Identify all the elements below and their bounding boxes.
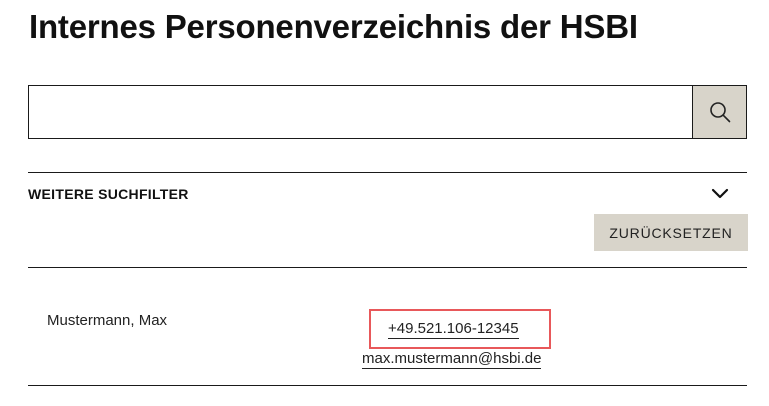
reset-button[interactable]: ZURÜCKSETZEN [594, 214, 748, 251]
divider [28, 385, 747, 386]
search-button[interactable] [692, 85, 747, 139]
chevron-down-icon [711, 188, 729, 200]
search-bar [28, 85, 747, 139]
search-icon [709, 102, 730, 123]
email-link[interactable]: max.mustermann@hsbi.de [362, 350, 542, 369]
divider [28, 267, 747, 268]
search-input[interactable] [28, 85, 692, 139]
phone-link[interactable]: +49.521.106-12345 [388, 320, 519, 339]
page-title: Internes Personenverzeichnis der HSBI [29, 8, 638, 45]
more-filters-toggle[interactable]: WEITERE SUCHFILTER [28, 173, 747, 215]
person-name: Mustermann, Max [47, 312, 168, 329]
more-filters-label: WEITERE SUCHFILTER [28, 186, 189, 202]
